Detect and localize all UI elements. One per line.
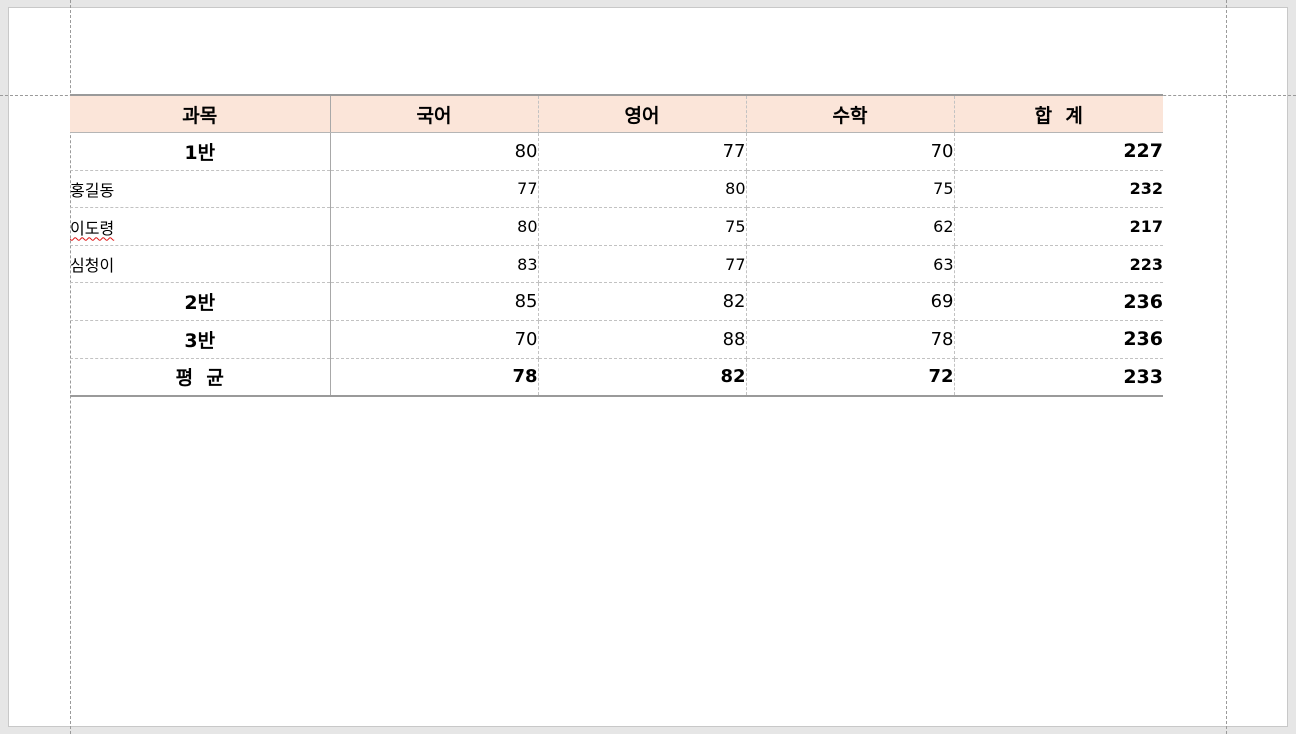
cell-math[interactable]: 75 xyxy=(745,169,955,209)
cell-total[interactable]: 232 xyxy=(953,169,1163,209)
row-label-student-cell[interactable]: 이도령 xyxy=(70,207,331,246)
table-row: 3반 70 88 78 236 xyxy=(70,320,1163,359)
cell-math[interactable]: 78 xyxy=(745,320,955,359)
header-english[interactable]: 영어 xyxy=(537,94,747,134)
cell-korean[interactable]: 77 xyxy=(329,169,539,209)
table-row: 심청이 83 77 63 223 xyxy=(70,244,1163,284)
header-math[interactable]: 수학 xyxy=(745,94,955,134)
cell-math[interactable]: 70 xyxy=(745,132,955,171)
cell-korean[interactable]: 80 xyxy=(329,207,539,246)
cell-total[interactable]: 223 xyxy=(953,244,1163,284)
grade-table[interactable]: 과목 국어 영어 수학 합 계 1반 80 77 70 227 홍길동 77 8… xyxy=(70,94,1163,397)
row-label-class1[interactable]: 1반 xyxy=(70,132,331,171)
cell-math[interactable]: 72 xyxy=(745,357,955,397)
row-label-student[interactable]: 심청이 xyxy=(70,244,331,284)
cell-total[interactable]: 236 xyxy=(953,282,1163,322)
cell-total[interactable]: 233 xyxy=(953,357,1163,397)
row-label-average[interactable]: 평 균 xyxy=(70,357,331,397)
cell-english[interactable]: 77 xyxy=(537,244,747,284)
cell-english[interactable]: 82 xyxy=(537,357,747,397)
table-row: 2반 85 82 69 236 xyxy=(70,282,1163,322)
cell-math[interactable]: 62 xyxy=(745,207,955,246)
cell-math[interactable]: 63 xyxy=(745,244,955,284)
cell-math[interactable]: 69 xyxy=(745,282,955,322)
cell-korean[interactable]: 80 xyxy=(329,132,539,171)
cell-english[interactable]: 82 xyxy=(537,282,747,322)
row-label-class2[interactable]: 2반 xyxy=(70,282,331,322)
cell-korean[interactable]: 78 xyxy=(329,357,539,397)
header-subject[interactable]: 과목 xyxy=(70,94,331,134)
guide-line-right[interactable] xyxy=(1226,0,1227,734)
cell-english[interactable]: 88 xyxy=(537,320,747,359)
cell-korean[interactable]: 70 xyxy=(329,320,539,359)
table-row: 1반 80 77 70 227 xyxy=(70,132,1163,171)
cell-total[interactable]: 217 xyxy=(953,207,1163,246)
table-row: 홍길동 77 80 75 232 xyxy=(70,169,1163,209)
cell-total[interactable]: 227 xyxy=(953,132,1163,171)
cell-english[interactable]: 80 xyxy=(537,169,747,209)
row-label-class3[interactable]: 3반 xyxy=(70,320,331,359)
header-korean[interactable]: 국어 xyxy=(329,94,539,134)
table-row: 평 균 78 82 72 233 xyxy=(70,357,1163,397)
cell-korean[interactable]: 83 xyxy=(329,244,539,284)
cell-english[interactable]: 75 xyxy=(537,207,747,246)
row-label-student[interactable]: 홍길동 xyxy=(70,169,331,209)
cell-korean[interactable]: 85 xyxy=(329,282,539,322)
table-row: 이도령 80 75 62 217 xyxy=(70,207,1163,246)
table-header-row: 과목 국어 영어 수학 합 계 xyxy=(70,94,1163,134)
header-total[interactable]: 합 계 xyxy=(953,94,1163,134)
cell-total[interactable]: 236 xyxy=(953,320,1163,359)
cell-english[interactable]: 77 xyxy=(537,132,747,171)
row-label-student: 이도령 xyxy=(70,218,115,238)
